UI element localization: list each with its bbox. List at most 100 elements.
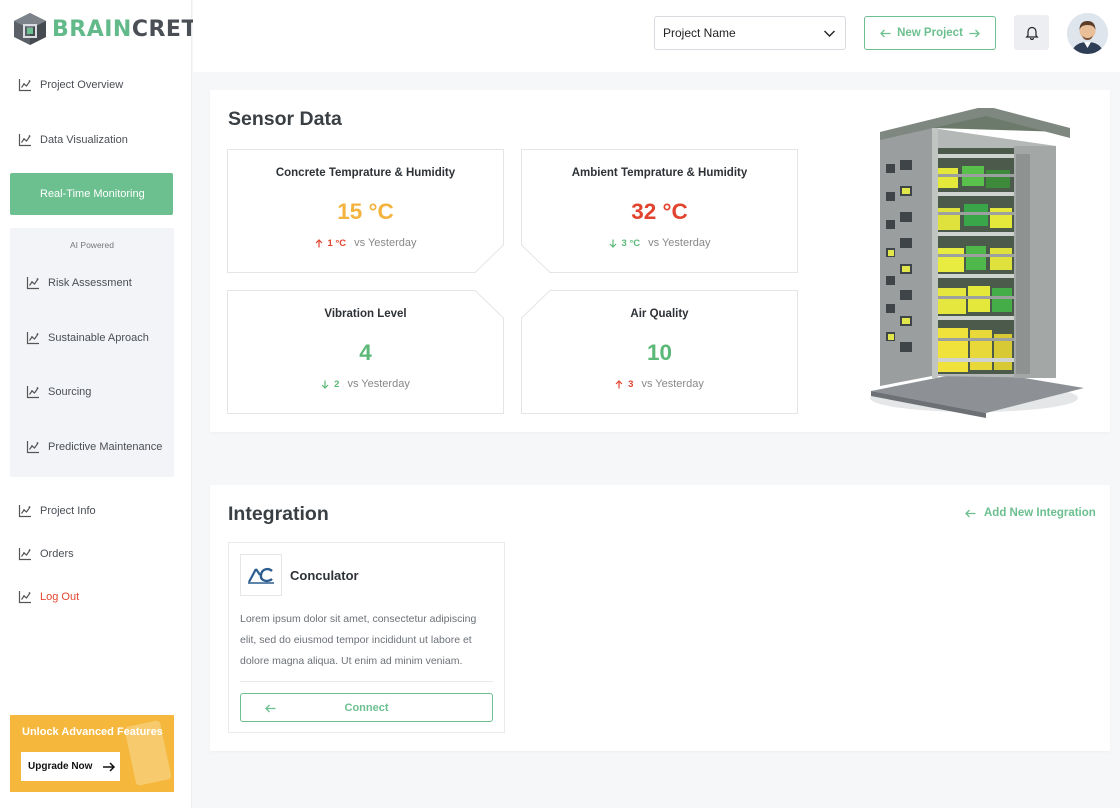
sidebar-item-label: Sourcing: [48, 386, 92, 398]
delta-text: 3 °C: [621, 237, 641, 249]
brand-part1: BRAIN: [52, 16, 132, 42]
card-title: Vibration Level: [324, 308, 407, 320]
delta-value: 1 °C: [315, 237, 347, 249]
project-select[interactable]: Project Name: [654, 16, 846, 50]
card-title: Concrete Temprature & Humidity: [275, 167, 456, 179]
card-delta: 2 vs Yesterday: [227, 378, 504, 390]
chart-line-icon: [18, 505, 31, 518]
sidebar-item-label: Orders: [40, 548, 74, 560]
card-value: 15 °C: [337, 199, 394, 224]
compare-text: vs Yesterday: [641, 378, 704, 390]
chart-line-icon: [26, 332, 39, 345]
add-new-integration-label: Add New Integration: [984, 507, 1096, 519]
new-project-label: New Project: [897, 27, 963, 39]
upgrade-button-label: Upgrade Now: [28, 761, 93, 772]
delta-value: 2: [321, 379, 339, 390]
sidebar-item-label: Project Overview: [40, 79, 124, 91]
integration-title: Integration: [228, 503, 329, 525]
sidebar-item-label: Real-Time Monitoring: [40, 188, 145, 200]
sidebar-item-risk-assessment[interactable]: Risk Assessment: [18, 268, 168, 298]
chart-line-icon: [18, 134, 31, 147]
delta-value: 3: [615, 379, 633, 390]
sidebar-item-label: Sustainable Aproach: [48, 332, 149, 344]
arrow-left-icon: [265, 704, 276, 713]
sidebar-item-sustainable-aproach[interactable]: Sustainable Aproach: [18, 323, 168, 353]
card-title: Ambient Temprature & Humidity: [571, 167, 748, 179]
brand-name: BRAINCRETE: [52, 17, 213, 42]
delta-value: 3 °C: [609, 237, 641, 249]
add-new-integration-button[interactable]: Add New Integration: [965, 507, 1096, 519]
integration-name: Conculator: [290, 568, 359, 583]
compare-text: vs Yesterday: [354, 237, 417, 249]
new-project-button[interactable]: New Project: [864, 16, 996, 50]
sidebar-item-label: Project Info: [40, 505, 96, 517]
chart-line-icon: [26, 386, 39, 399]
sidebar-item-project-info[interactable]: Project Info: [10, 490, 173, 532]
integration-panel: Integration Add New Integration Conculat…: [210, 485, 1110, 751]
integration-card: Conculator Lorem ipsum dolor sit amet, c…: [228, 542, 505, 733]
sidebar-item-orders[interactable]: Orders: [10, 533, 173, 575]
sidebar-item-project-overview[interactable]: Project Overview: [10, 64, 173, 106]
chevron-down-icon: [824, 30, 835, 37]
compare-text: vs Yesterday: [347, 378, 410, 390]
sidebar-item-sourcing[interactable]: Sourcing: [18, 377, 168, 407]
sensor-card-vibration: Vibration Level 4 2 vs Yesterday: [227, 290, 504, 414]
project-select-value: Project Name: [663, 26, 736, 40]
building-image: [870, 108, 1084, 418]
topbar: Project Name New Project: [193, 0, 1120, 72]
card-value: 4: [359, 340, 372, 365]
arrow-up-icon: [315, 238, 322, 247]
arrow-down-icon: [609, 239, 616, 248]
arrow-down-icon: [321, 380, 329, 389]
sidebar-item-label: Data Visualization: [40, 134, 128, 146]
card-delta: 1 °C vs Yesterday: [227, 237, 504, 249]
delta-text: 1 °C: [327, 237, 347, 249]
arrow-up-icon: [615, 379, 623, 388]
sidebar-item-real-time-monitoring[interactable]: Real-Time Monitoring: [10, 173, 173, 215]
compare-text: vs Yesterday: [648, 237, 711, 249]
avatar[interactable]: [1067, 13, 1108, 54]
sidebar-item-predictive-maintenance[interactable]: Predictive Maintenance: [18, 432, 168, 462]
sensor-card-air-quality: Air Quality 10 3 vs Yesterday: [521, 290, 798, 414]
divider: [240, 681, 493, 682]
delta-text: 3: [628, 378, 634, 390]
sidebar-item-label: Predictive Maintenance: [48, 441, 163, 453]
sidebar-item-data-visualization[interactable]: Data Visualization: [10, 119, 173, 161]
arrow-left-icon: [880, 29, 891, 37]
card-value: 32 °C: [631, 199, 688, 224]
sidebar: BRAINCRETE Project Overview Data Visuali…: [0, 0, 212, 808]
connect-label: Connect: [344, 701, 389, 714]
card-value: 10: [646, 340, 673, 365]
chart-line-icon: [18, 548, 31, 561]
sensor-data-title: Sensor Data: [228, 108, 342, 130]
delta-text: 2: [334, 378, 340, 390]
logo-cube-icon: [14, 13, 46, 45]
upgrade-banner: Unlock Advanced Features Upgrade Now: [10, 715, 174, 792]
sidebar-item-label: Risk Assessment: [48, 277, 132, 289]
card-delta: 3 °C vs Yesterday: [521, 237, 798, 249]
user-avatar-image: [1067, 13, 1108, 54]
chart-line-icon: [26, 277, 39, 290]
conculator-logo-icon: [248, 567, 274, 584]
bell-icon: [1024, 26, 1039, 40]
card-title: Air Quality: [630, 308, 689, 320]
arrow-left-icon: [965, 509, 976, 517]
sensor-card-concrete: Concrete Temprature & Humidity 15 °C 1 °…: [227, 149, 504, 273]
ai-powered-group: AI Powered Risk Assessment Sustainable A…: [10, 228, 174, 477]
sensor-card-ambient: Ambient Temprature & Humidity 32 °C 3 °C…: [521, 149, 798, 273]
notification-button[interactable]: [1014, 15, 1049, 50]
chart-line-icon: [18, 79, 31, 92]
chart-line-icon: [26, 441, 39, 454]
connect-button[interactable]: Connect: [240, 693, 493, 722]
conculator-logo: [240, 554, 282, 596]
integration-description: Lorem ipsum dolor sit amet, consectetur …: [240, 613, 477, 667]
chart-line-icon: [18, 591, 31, 604]
card-delta: 3 vs Yesterday: [521, 378, 798, 390]
upgrade-now-button[interactable]: Upgrade Now: [21, 752, 120, 781]
sensor-data-panel: Sensor Data Concrete Temprature & Humidi…: [210, 90, 1110, 432]
brand-logo[interactable]: BRAINCRETE: [12, 12, 213, 46]
arrow-right-icon: [103, 761, 116, 772]
sidebar-item-label: Log Out: [40, 591, 80, 603]
ai-powered-label: AI Powered: [70, 240, 114, 250]
sidebar-item-log-out[interactable]: Log Out: [10, 576, 173, 618]
